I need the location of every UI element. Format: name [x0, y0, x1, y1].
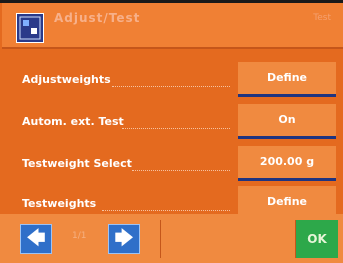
leader-dots — [102, 209, 230, 211]
autom-ext-test-toggle-button[interactable]: On — [238, 104, 336, 139]
title-bar: Adjust/Test Test — [2, 3, 343, 49]
title-right-text: Test — [313, 13, 331, 23]
next-page-button[interactable]: 🡆 — [108, 224, 140, 254]
leader-dots — [122, 127, 230, 129]
settings-screen-icon — [16, 13, 44, 43]
ok-button[interactable]: OK — [295, 220, 338, 258]
row-label: Testweight Select — [22, 157, 132, 170]
row-label: Testweights — [22, 197, 97, 210]
leader-dots — [132, 169, 230, 171]
leader-dots — [112, 85, 230, 87]
arrow-left-icon: 🡄 — [26, 228, 46, 249]
row-label: Adjustweights — [22, 73, 111, 86]
page-indicator: 1/1 — [72, 231, 87, 241]
adjustweights-define-button[interactable]: Define — [238, 62, 336, 97]
settings-row-adjustweights: Adjustweights Define — [0, 57, 343, 103]
empty-softkey — [160, 220, 285, 258]
page-title: Adjust/Test — [54, 11, 141, 25]
settings-row-autom-ext-test: Autom. ext. Test On — [0, 99, 343, 145]
testweight-select-button[interactable]: 200.00 g — [238, 146, 336, 181]
bottom-bar: 🡄 1/1 🡆 OK — [0, 214, 343, 263]
row-label: Autom. ext. Test — [22, 115, 124, 128]
arrow-right-icon: 🡆 — [114, 228, 134, 249]
prev-page-button[interactable]: 🡄 — [20, 224, 52, 254]
